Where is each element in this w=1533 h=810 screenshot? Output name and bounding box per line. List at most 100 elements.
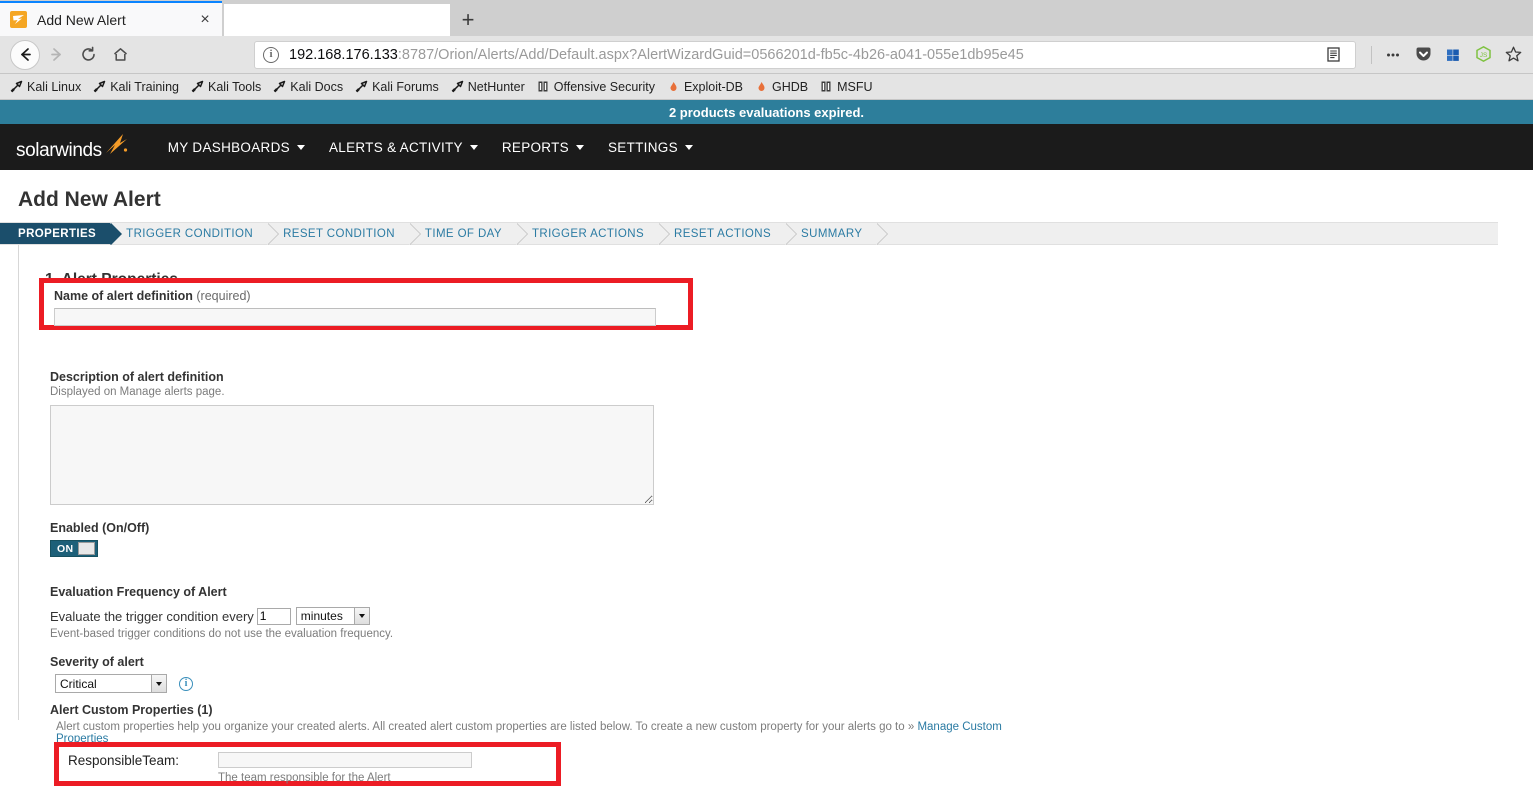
bookmark-item[interactable]: Offensive Security xyxy=(531,76,661,98)
wizard-steps: PROPERTIES TRIGGER CONDITION RESET CONDI… xyxy=(0,222,1498,245)
bookmark-item[interactable]: NetHunter xyxy=(445,76,531,98)
chevron-down-icon xyxy=(469,144,478,150)
wizard-step-summary[interactable]: SUMMARY xyxy=(785,223,889,245)
bookmark-label: Kali Forums xyxy=(372,79,439,94)
step-arrow xyxy=(110,223,122,245)
browser-chrome: Add New Alert × + i 192.168.176.133:8787… xyxy=(0,0,1533,100)
browser-tab-blank[interactable] xyxy=(224,4,450,36)
wizard-step-trigger-actions[interactable]: TRIGGER ACTIONS xyxy=(515,223,671,245)
bookmark-star-icon[interactable] xyxy=(1499,41,1527,69)
wizard-step-time-of-day[interactable]: TIME OF DAY xyxy=(408,223,528,245)
solarwinds-logo-text: solarwinds xyxy=(16,140,102,161)
close-icon[interactable]: × xyxy=(196,11,214,29)
bookmark-item[interactable]: Kali Training xyxy=(87,76,185,98)
solarwinds-logo[interactable]: solarwinds xyxy=(16,132,130,162)
bookmark-label: Kali Docs xyxy=(290,79,344,94)
info-icon[interactable]: i xyxy=(179,676,193,691)
bookmark-item[interactable]: Kali Forums xyxy=(349,76,445,98)
nav-item-alerts-activity[interactable]: ALERTS & ACTIVITY xyxy=(317,124,490,170)
wizard-step-reset-condition[interactable]: RESET CONDITION xyxy=(267,223,421,245)
wizard-step-trigger-condition[interactable]: TRIGGER CONDITION xyxy=(110,223,280,245)
evaluation-unit-value: minutes xyxy=(300,609,343,623)
enabled-toggle[interactable]: ON xyxy=(50,540,98,557)
forward-arrow-icon[interactable] xyxy=(40,40,72,70)
evaluation-banner: 2 products evaluations expired. xyxy=(0,100,1533,124)
severity-label: Severity of alert xyxy=(50,655,144,669)
bookmark-label: Kali Linux xyxy=(27,79,82,94)
chevron-down-icon xyxy=(684,144,693,150)
new-tab-button[interactable]: + xyxy=(450,4,486,36)
page-actions-icon[interactable] xyxy=(1379,41,1407,69)
wizard-step-label: TRIGGER ACTIONS xyxy=(531,227,645,240)
home-icon[interactable] xyxy=(104,40,136,70)
evaluation-unit-select[interactable]: minutes xyxy=(295,607,370,625)
step-arrow xyxy=(658,223,670,245)
chevron-down-icon xyxy=(296,144,305,150)
severity-field-group: Severity of alert Critical i xyxy=(50,655,193,693)
page-title: Add New Alert xyxy=(18,188,161,211)
solarwinds-flame-icon xyxy=(104,132,130,162)
flame-icon xyxy=(755,80,768,93)
wizard-step-properties[interactable]: PROPERTIES xyxy=(0,223,123,245)
description-textarea[interactable] xyxy=(50,405,654,505)
step-arrow xyxy=(408,223,420,245)
description-field-group: Description of alert definition Displaye… xyxy=(50,370,654,505)
wizard-step-reset-actions[interactable]: RESET ACTIONS xyxy=(658,223,798,245)
nodejs-icon[interactable]: JS xyxy=(1469,41,1497,69)
wizard-step-label: TRIGGER CONDITION xyxy=(126,227,254,240)
step-arrow xyxy=(515,223,527,245)
address-bar[interactable]: i 192.168.176.133:8787/Orion/Alerts/Add/… xyxy=(254,40,1356,69)
enabled-label: Enabled (On/Off) xyxy=(50,521,150,535)
solarwinds-menu: MY DASHBOARDS ALERTS & ACTIVITY REPORTS … xyxy=(156,124,705,170)
bookmark-item[interactable]: Kali Tools xyxy=(185,76,267,98)
wizard-step-label: PROPERTIES xyxy=(18,227,97,240)
dragon-icon xyxy=(355,80,368,93)
wizard-step-label: SUMMARY xyxy=(801,227,863,240)
custom-properties-description-text: Alert custom properties help you organiz… xyxy=(56,721,915,733)
nav-item-label: SETTINGS xyxy=(607,139,678,155)
dragon-icon xyxy=(191,80,204,93)
dragon-icon xyxy=(451,80,464,93)
book-icon xyxy=(537,80,550,93)
url-path: :8787/Orion/Alerts/Add/Default.aspx?Aler… xyxy=(397,46,1024,63)
back-arrow-icon[interactable] xyxy=(10,39,40,70)
nav-item-reports[interactable]: REPORTS xyxy=(490,124,596,170)
bookmark-item[interactable]: Kali Docs xyxy=(267,76,349,98)
site-info-icon[interactable]: i xyxy=(263,46,279,63)
bookmark-item[interactable]: MSFU xyxy=(814,76,878,98)
name-field-highlight: Name of alert definition (required) xyxy=(39,278,693,330)
bookmark-item[interactable]: Kali Linux xyxy=(4,76,87,98)
bookmark-item[interactable]: Exploit-DB xyxy=(661,76,749,98)
evaluation-interval-input[interactable] xyxy=(256,607,291,625)
nav-item-label: REPORTS xyxy=(501,139,569,155)
windows-app-icon[interactable] xyxy=(1439,41,1467,69)
bookmark-label: Kali Training xyxy=(110,79,179,94)
browser-tab[interactable]: Add New Alert × xyxy=(0,1,222,36)
reader-view-icon[interactable] xyxy=(1319,41,1347,69)
nav-item-settings[interactable]: SETTINGS xyxy=(596,124,705,170)
toggle-knob xyxy=(78,542,95,555)
bookmark-label: Offensive Security xyxy=(553,79,655,94)
wizard-spacer xyxy=(876,223,1498,244)
evaluation-frequency-label: Evaluation Frequency of Alert xyxy=(50,585,227,599)
nav-item-my-dashboards[interactable]: MY DASHBOARDS xyxy=(156,124,317,170)
step-arrow xyxy=(876,223,888,245)
wizard-step-label: TIME OF DAY xyxy=(424,227,502,240)
dragon-icon xyxy=(93,80,106,93)
name-of-alert-input[interactable] xyxy=(54,308,656,326)
bookmark-item[interactable]: GHDB xyxy=(749,76,814,98)
navigation-toolbar: i 192.168.176.133:8787/Orion/Alerts/Add/… xyxy=(0,36,1533,74)
url-host: 192.168.176.133 xyxy=(289,46,398,63)
browser-toolbar-icons: JS xyxy=(1362,41,1527,69)
severity-select[interactable]: Critical xyxy=(55,674,167,693)
reload-icon[interactable] xyxy=(72,40,104,70)
evaluation-banner-text: 2 products evaluations expired. xyxy=(668,104,865,120)
pocket-icon[interactable] xyxy=(1409,41,1437,69)
book-icon xyxy=(820,80,833,93)
custom-property-name: ResponsibleTeam: xyxy=(68,753,180,768)
bookmark-label: MSFU xyxy=(837,79,873,94)
evaluation-frequency-prefix: Evaluate the trigger condition every xyxy=(50,608,254,624)
responsible-team-input[interactable] xyxy=(218,752,472,768)
flame-icon xyxy=(667,80,680,93)
bookmark-label: Kali Tools xyxy=(208,79,262,94)
